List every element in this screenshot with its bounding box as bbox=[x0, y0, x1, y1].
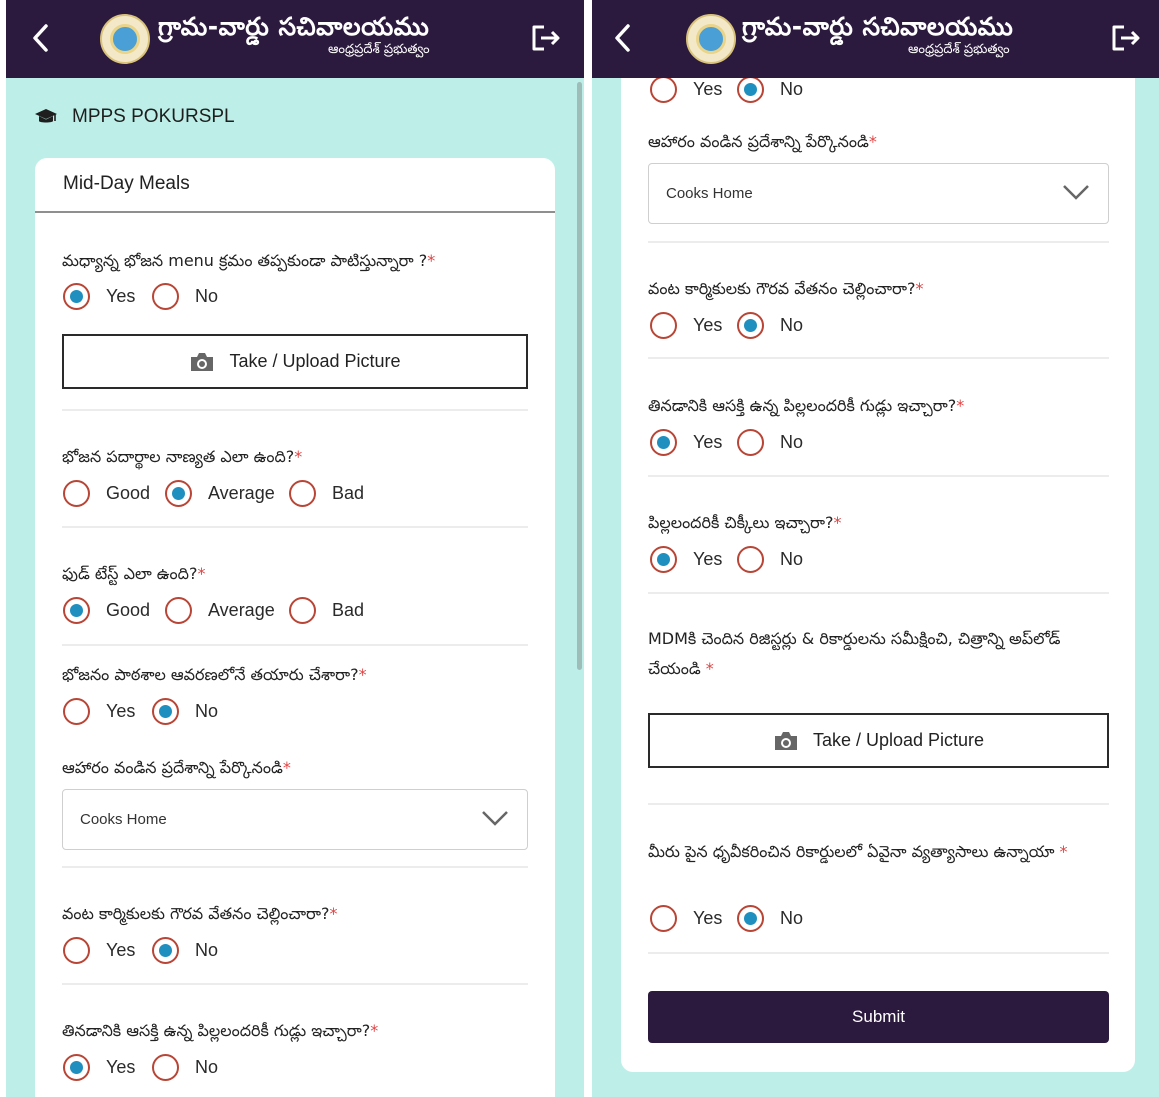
divider bbox=[648, 241, 1109, 243]
cooking-place-value: Cooks Home bbox=[80, 811, 167, 828]
radio-eggs-no[interactable]: No bbox=[737, 429, 803, 456]
divider bbox=[62, 866, 528, 868]
section-title: Mid-Day Meals bbox=[63, 173, 190, 194]
divider bbox=[648, 952, 1109, 954]
emblem-logo bbox=[100, 14, 150, 64]
graduation-cap-icon bbox=[35, 109, 57, 123]
school-heading: MPPS POKURSPL bbox=[34, 106, 235, 128]
radio-quality-bad[interactable]: Bad bbox=[289, 480, 364, 507]
cooking-place-select[interactable]: Cooks Home bbox=[62, 789, 528, 850]
radio-prepared-yes[interactable]: Yes bbox=[63, 698, 135, 725]
divider bbox=[648, 357, 1109, 359]
header-subtitle: ఆంధ్రప్రదేశ్ ప్రభుత్వం bbox=[328, 42, 430, 57]
logout-button[interactable] bbox=[528, 20, 564, 56]
cooking-place-value: Cooks Home bbox=[666, 185, 753, 202]
scrollbar[interactable] bbox=[577, 82, 582, 670]
radio-differences-no[interactable]: No bbox=[737, 905, 803, 932]
chevron-down-icon bbox=[482, 811, 508, 826]
left-screen: గ్రామ-వార్డు సచివాలయము ఆంధ్రప్రదేశ్ ప్రభ… bbox=[6, 0, 584, 1097]
cooking-place-select[interactable]: Cooks Home bbox=[648, 163, 1109, 224]
chevron-down-icon bbox=[1063, 185, 1089, 200]
right-screen: Yes No ఆహారం వండిన ప్రదేశాన్ని పేర్కొనండ… bbox=[592, 0, 1159, 1097]
question-food-taste: ఫుడ్ టేస్ట్ ఎలా ఉంది?* bbox=[62, 564, 206, 583]
app-header: గ్రామ-వార్డు సచివాలయము ఆంధ్రప్రదేశ్ ప్రభ… bbox=[592, 0, 1159, 78]
form-card: Mid-Day Meals మధ్యాన్న భోజన menu క్రమం త… bbox=[35, 158, 555, 1097]
radio-honorarium-yes[interactable]: Yes bbox=[63, 937, 135, 964]
divider bbox=[62, 644, 528, 646]
radio-honorarium-yes[interactable]: Yes bbox=[650, 312, 722, 339]
radio-quality-average[interactable]: Average bbox=[165, 480, 275, 507]
camera-icon bbox=[774, 731, 797, 750]
question-mdm-registers: MDMకి చెందిన రిజిస్టర్లు & రికార్డులను స… bbox=[648, 629, 1061, 678]
divider bbox=[62, 983, 528, 985]
radio-eggs-no[interactable]: No bbox=[152, 1054, 218, 1081]
radio-taste-bad[interactable]: Bad bbox=[289, 597, 364, 624]
school-name: MPPS POKURSPL bbox=[72, 106, 235, 127]
back-button[interactable] bbox=[22, 18, 58, 58]
radio-chikki-yes[interactable]: Yes bbox=[650, 546, 722, 573]
radio-quality-good[interactable]: Good bbox=[63, 480, 150, 507]
chevron-left-icon bbox=[33, 24, 48, 52]
radio-honorarium-no[interactable]: No bbox=[152, 937, 218, 964]
divider bbox=[648, 803, 1109, 805]
header-subtitle: ఆంధ్రప్రదేశ్ ప్రభుత్వం bbox=[908, 42, 1010, 57]
chevron-left-icon bbox=[615, 24, 630, 52]
back-button[interactable] bbox=[604, 18, 640, 58]
section-divider bbox=[35, 211, 555, 213]
radio-taste-average[interactable]: Average bbox=[165, 597, 275, 624]
radio-menu-no[interactable]: No bbox=[152, 283, 218, 310]
logout-icon bbox=[1112, 25, 1140, 51]
radio-prepared-no[interactable]: No bbox=[152, 698, 218, 725]
question-eggs-given: తినడానికి ఆసక్తి ఉన్న పిల్లలందరికీ గుడ్ల… bbox=[62, 1021, 379, 1040]
divider bbox=[648, 592, 1109, 594]
question-cook-honorarium: వంట కార్మికులకు గౌరవ వేతనం చెల్లించారా?* bbox=[648, 279, 924, 298]
radio-menu-yes[interactable]: Yes bbox=[63, 283, 135, 310]
take-upload-picture-button[interactable]: Take / Upload Picture bbox=[648, 713, 1109, 768]
radio-chikki-no[interactable]: No bbox=[737, 546, 803, 573]
radio-eggs-yes[interactable]: Yes bbox=[650, 429, 722, 456]
question-eggs-given: తినడానికి ఆసక్తి ఉన్న పిల్లలందరికీ గుడ్ల… bbox=[648, 396, 965, 415]
question-food-quality: భోజన పదార్థాల నాణ్యత ఎలా ఉంది?* bbox=[62, 447, 303, 466]
question-chikki-given: పిల్లలందరికీ చిక్కీలు ఇచ్చారా?* bbox=[648, 513, 842, 532]
emblem-logo bbox=[686, 14, 736, 64]
form-card-continued: Yes No ఆహారం వండిన ప్రదేశాన్ని పేర్కొనండ… bbox=[621, 0, 1135, 1072]
camera-icon bbox=[191, 352, 214, 371]
question-cooking-place: ఆహారం వండిన ప్రదేశాన్ని పేర్కొనండి* bbox=[62, 758, 291, 777]
radio-eggs-yes[interactable]: Yes bbox=[63, 1054, 135, 1081]
divider bbox=[648, 475, 1109, 477]
logout-button[interactable] bbox=[1108, 20, 1144, 56]
radio-honorarium-no[interactable]: No bbox=[737, 312, 803, 339]
question-cook-honorarium: వంట కార్మికులకు గౌరవ వేతనం చెల్లించారా?* bbox=[62, 904, 338, 923]
radio-taste-good[interactable]: Good bbox=[63, 597, 150, 624]
radio-differences-yes[interactable]: Yes bbox=[650, 905, 722, 932]
divider bbox=[62, 409, 528, 411]
take-upload-picture-button[interactable]: Take / Upload Picture bbox=[62, 334, 528, 389]
question-cooking-place: ఆహారం వండిన ప్రదేశాన్ని పేర్కొనండి* bbox=[648, 132, 877, 151]
question-record-differences: మీరు పైన ధృవీకరించిన రికార్డులలో ఏవైనా వ… bbox=[648, 842, 1068, 861]
app-header: గ్రామ-వార్డు సచివాలయము ఆంధ్రప్రదేశ్ ప్రభ… bbox=[6, 0, 584, 78]
submit-button[interactable]: Submit bbox=[648, 991, 1109, 1043]
radio-prepared-no[interactable]: No bbox=[737, 76, 803, 103]
question-prepared-on-premises: భోజనం పాఠశాల ఆవరణలోనే తయారు చేశారా?* bbox=[62, 665, 367, 684]
question-menu: మధ్యాన్న భోజన menu క్రమం తప్పకుండా పాటిస… bbox=[62, 251, 436, 270]
radio-prepared-yes[interactable]: Yes bbox=[650, 76, 722, 103]
logout-icon bbox=[532, 25, 560, 51]
divider bbox=[62, 526, 528, 528]
